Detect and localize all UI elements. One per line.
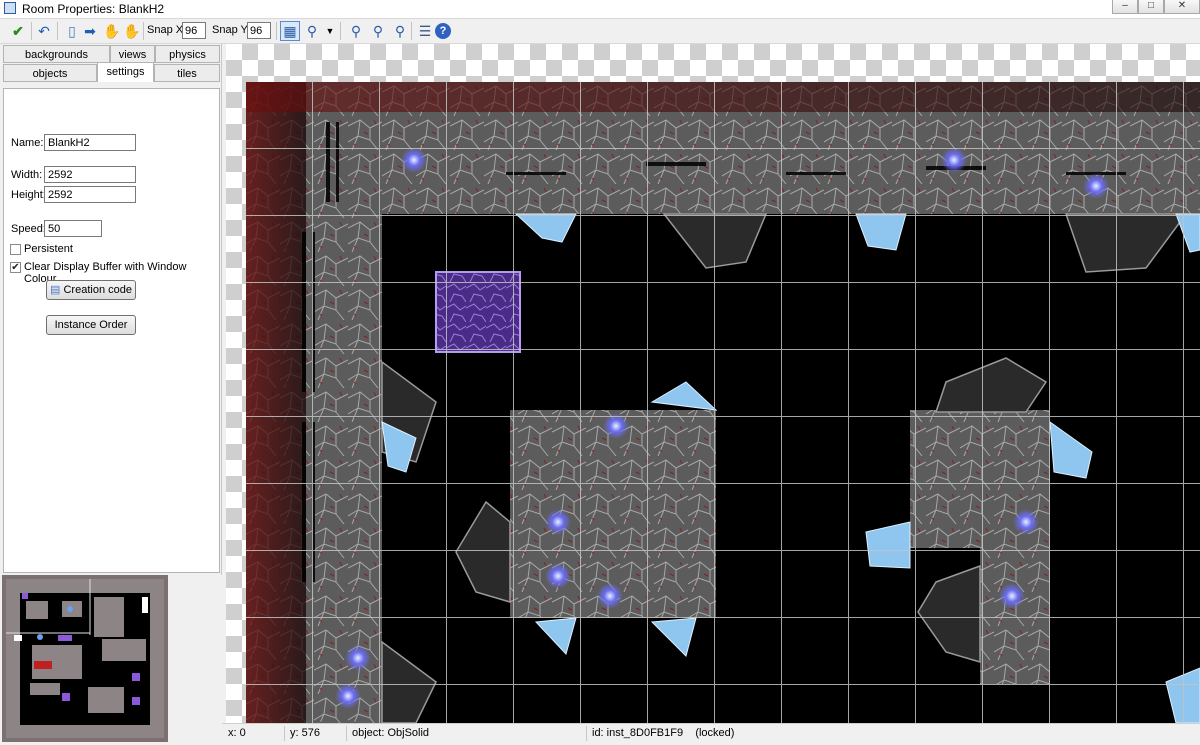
tab-objects[interactable]: objects [3, 64, 97, 82]
tab-views[interactable]: views [110, 45, 155, 63]
tab-physics[interactable]: physics [155, 45, 220, 63]
document-icon: ▤ [50, 284, 61, 296]
maximize-button[interactable]: □ [1138, 0, 1164, 14]
tab-tiles[interactable]: tiles [154, 64, 220, 82]
hand-lock-icon[interactable]: ✋ [122, 21, 142, 41]
settings-tab-page: Name: BlankH2 Width: 2592 Height: 2592 S… [3, 88, 220, 573]
snap-y-label: Snap Y: [212, 24, 251, 36]
persistent-checkbox[interactable] [10, 244, 21, 255]
settings-panel: backgrounds views physics objects settin… [0, 44, 222, 575]
app-icon [4, 2, 16, 14]
room-width-input[interactable]: 2592 [44, 166, 136, 183]
persistent-label: Persistent [24, 243, 73, 255]
shift-arrow-icon[interactable]: ➡ [80, 21, 100, 41]
instance-order-button[interactable]: Instance Order [46, 315, 136, 335]
title-bar: Room Properties: BlankH2 – □ ✕ [0, 0, 1200, 19]
status-x: x: 0 [228, 727, 246, 739]
room-height-input[interactable]: 2592 [44, 186, 136, 203]
room-view[interactable] [246, 82, 1200, 723]
list-icon[interactable]: ☰ [415, 21, 435, 41]
minimap-svg [2, 575, 168, 742]
creation-code-label: Creation code [63, 284, 132, 296]
room-name-input[interactable]: BlankH2 [44, 134, 136, 151]
snap-x-input[interactable]: 96 [182, 22, 206, 39]
room-speed-input[interactable]: 50 [44, 220, 102, 237]
room-minimap[interactable] [2, 575, 221, 742]
status-y: y: 576 [290, 727, 320, 739]
status-object: object: ObjSolid [352, 727, 430, 739]
zoom-out-icon[interactable]: ⚲ [390, 21, 410, 41]
grid-icon[interactable]: ▦ [280, 21, 300, 41]
clear-display-checkbox[interactable]: ✔ [10, 262, 21, 273]
room-canvas[interactable] [226, 44, 1200, 723]
chevron-down-icon[interactable]: ▼ [320, 21, 340, 41]
toolbar: ✔ ↶ ▯ ➡ ✋ ✋ Snap X: 96 Snap Y: 96 ▦ ⚲ ▼ … [0, 19, 1200, 44]
status-bar: x: 0 y: 576 object: ObjSolid id: inst_8D… [222, 723, 1200, 743]
hand-icon[interactable]: ✋ [102, 21, 122, 41]
zoom-in-icon[interactable]: ⚲ [368, 21, 388, 41]
tab-backgrounds[interactable]: backgrounds [3, 45, 110, 63]
name-label: Name: [11, 137, 44, 149]
width-label: Width: [11, 169, 43, 181]
status-instance-id: id: inst_8D0FB1F9 (locked) [592, 727, 735, 739]
tab-settings[interactable]: settings [97, 62, 154, 82]
window-title: Room Properties: BlankH2 [22, 2, 165, 16]
minimize-button[interactable]: – [1112, 0, 1138, 14]
ok-check-icon[interactable]: ✔ [8, 21, 28, 41]
clear-icon[interactable]: ▯ [62, 21, 82, 41]
height-label: Height: [11, 189, 46, 201]
help-icon[interactable]: ? [435, 23, 451, 39]
close-button[interactable]: ✕ [1164, 0, 1200, 14]
zoom-icon[interactable]: ⚲ [346, 21, 366, 41]
undo-icon[interactable]: ↶ [34, 21, 54, 41]
snap-y-input[interactable]: 96 [247, 22, 271, 39]
snap-x-label: Snap X: [147, 24, 187, 36]
creation-code-button[interactable]: ▤ Creation code [46, 280, 136, 300]
zoom-dropdown-icon[interactable]: ⚲ [302, 21, 322, 41]
speed-label: Speed: [11, 223, 46, 235]
room-svg [246, 82, 1200, 723]
